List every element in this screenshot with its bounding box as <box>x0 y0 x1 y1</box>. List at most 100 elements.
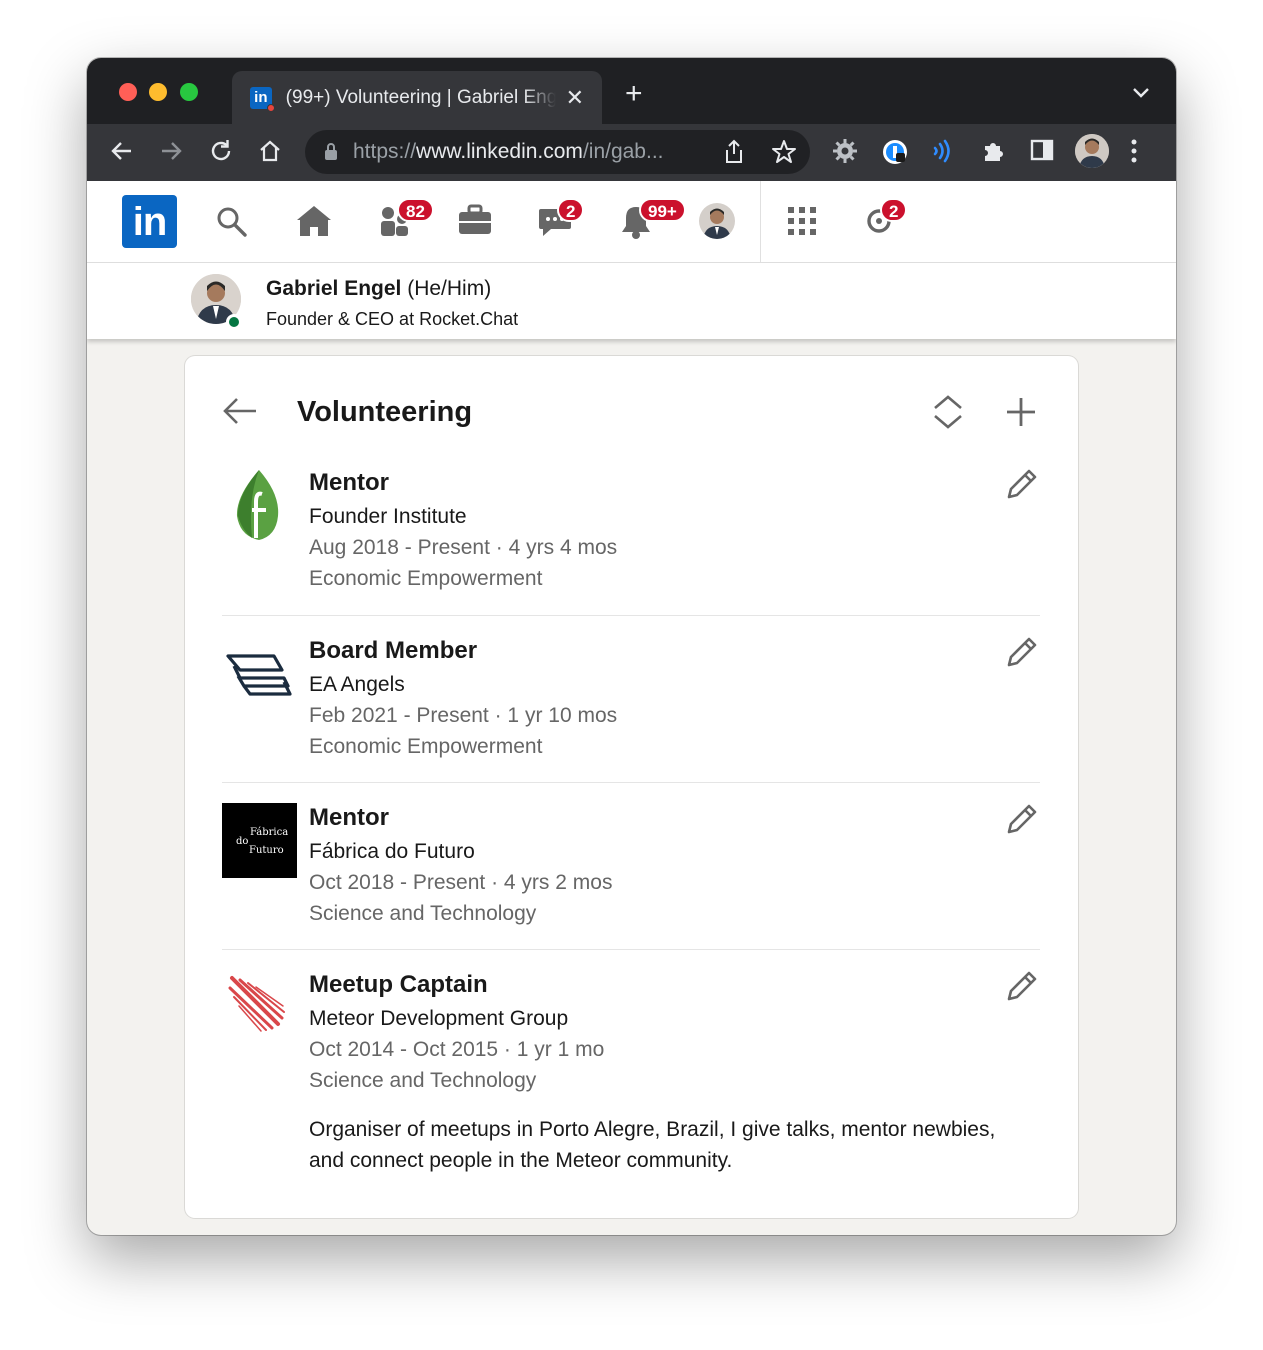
founder-institute-logo[interactable] <box>222 468 297 543</box>
maximize-window-button[interactable] <box>180 83 198 101</box>
edit-entry-button[interactable] <box>1004 803 1038 842</box>
entry-role: Meetup Captain <box>309 971 488 998</box>
settings-extension-button[interactable] <box>832 138 858 169</box>
close-tab-button[interactable]: ✕ <box>566 85 584 111</box>
home-icon <box>297 206 331 236</box>
person-avatar-icon <box>1075 134 1109 168</box>
linkedin-global-nav: in 82 2 99+ 2 <box>87 181 1176 263</box>
entry-organization: EA Angels <box>309 673 405 696</box>
entry-divider <box>222 615 1040 616</box>
briefcase-icon <box>459 204 491 234</box>
profile-name: Gabriel Engel <box>266 277 402 300</box>
lock-icon <box>325 143 337 160</box>
ea-angels-logo[interactable] <box>222 636 297 711</box>
entry-cause: Economic Empowerment <box>309 567 543 590</box>
plus-icon <box>1007 398 1035 426</box>
new-tab-button[interactable]: + <box>625 79 643 109</box>
bookmark-button[interactable] <box>771 139 797 170</box>
search-icon <box>217 207 247 237</box>
share-button[interactable] <box>723 139 745 170</box>
entry-divider <box>222 782 1040 783</box>
edit-entry-button[interactable] <box>1004 970 1038 1009</box>
edit-entry-button[interactable] <box>1004 636 1038 675</box>
browser-window: in (99+) Volunteering | Gabriel Engel | … <box>87 58 1176 1235</box>
forward-button[interactable] <box>158 138 184 169</box>
search-button[interactable] <box>215 205 249 244</box>
reorder-icon <box>934 395 962 429</box>
nav-home[interactable] <box>295 203 333 244</box>
nav-jobs[interactable] <box>457 203 493 242</box>
pencil-icon <box>1007 469 1037 499</box>
entry-dates: Oct 2018 - Present · 4 yrs 2 mos <box>309 871 613 894</box>
notification-dot-icon <box>266 103 275 112</box>
signal-extension-button[interactable] <box>929 138 955 169</box>
profile-headline: Founder & CEO at Rocket.Chat <box>266 309 519 329</box>
star-icon <box>772 140 796 163</box>
entry-organization: Founder Institute <box>309 505 467 528</box>
entry-role: Board Member <box>309 637 478 664</box>
entry-organization: Fábrica do Futuro <box>309 840 475 863</box>
fabrica-do-futuro-logo[interactable]: Fábrica do Futuro <box>222 803 297 878</box>
side-panel-button[interactable] <box>1030 138 1054 167</box>
profile-pronouns: (He/Him) <box>407 277 492 300</box>
arrow-right-icon <box>162 142 182 160</box>
wifi-signal-icon <box>933 139 950 163</box>
favicon-text: in <box>254 89 268 106</box>
share-icon <box>726 139 742 163</box>
side-panel-icon <box>1030 139 1054 161</box>
online-status-icon <box>226 314 242 330</box>
entry-details: Mentor Founder Institute Aug 2018 - Pres… <box>309 468 617 594</box>
entry-dates: Feb 2021 - Present · 1 yr 10 mos <box>309 704 618 727</box>
linkedin-logo[interactable]: in <box>122 195 177 248</box>
logo-text-line-3: Futuro <box>249 845 284 856</box>
tab-search-button[interactable] <box>1132 86 1150 104</box>
entry-divider <box>222 949 1040 950</box>
back-button[interactable] <box>109 138 135 169</box>
wing-logo-icon <box>226 654 292 696</box>
nav-divider <box>760 181 761 263</box>
entry-details: Meetup Captain Meteor Development Group … <box>309 970 999 1176</box>
meteor-logo-icon <box>228 976 285 1032</box>
close-window-button[interactable] <box>119 83 137 101</box>
notifications-badge: 99+ <box>639 198 686 222</box>
meteor-logo[interactable] <box>222 970 297 1045</box>
extensions-button[interactable] <box>980 138 1006 169</box>
home-icon <box>260 140 280 162</box>
entry-dates: Aug 2018 - Present · 4 yrs 4 mos <box>309 536 618 559</box>
puzzle-icon <box>985 143 1003 161</box>
network-badge: 82 <box>397 198 434 222</box>
nav-work-apps[interactable] <box>787 206 817 241</box>
section-title: Volunteering <box>297 396 473 428</box>
add-volunteering-button[interactable] <box>1005 396 1037 433</box>
entry-dates: Oct 2014 - Oct 2015 · 1 yr 1 mo <box>309 1038 605 1061</box>
entry-details: Board Member EA Angels Feb 2021 - Presen… <box>309 636 617 762</box>
edit-entry-button[interactable] <box>1004 468 1038 507</box>
grid-apps-icon <box>788 207 816 235</box>
profile-name-line: Gabriel Engel (He/Him) <box>266 277 491 301</box>
back-button[interactable] <box>222 396 258 431</box>
extension-badge: 2 <box>880 198 908 222</box>
reorder-button[interactable] <box>930 394 966 435</box>
more-vertical-icon <box>1131 139 1137 163</box>
tab-bar: in (99+) Volunteering | Gabriel Engel | … <box>87 58 1176 124</box>
nav-me-avatar[interactable] <box>699 203 735 239</box>
onepassword-icon <box>883 140 907 164</box>
minimize-window-button[interactable] <box>149 83 167 101</box>
linkedin-favicon-icon: in <box>250 86 275 112</box>
entry-organization: Meteor Development Group <box>309 1007 569 1030</box>
active-tab[interactable]: in (99+) Volunteering | Gabriel Engel | … <box>232 71 602 124</box>
pencil-icon <box>1007 804 1037 834</box>
gear-icon <box>833 139 857 163</box>
messaging-badge: 2 <box>557 198 585 222</box>
address-bar[interactable]: https://www.linkedin.com/in/gab... <box>305 130 810 174</box>
url-path: /in/gab... <box>582 140 664 163</box>
person-avatar-icon <box>699 203 735 239</box>
reload-button[interactable] <box>208 138 234 169</box>
url-host: www.linkedin.com <box>416 140 583 163</box>
entry-cause: Science and Technology <box>309 902 537 925</box>
browser-menu-button[interactable] <box>1130 138 1138 169</box>
entry-details: Mentor Fábrica do Futuro Oct 2018 - Pres… <box>309 803 612 929</box>
password-extension-button[interactable] <box>881 138 909 171</box>
browser-profile-avatar[interactable] <box>1075 134 1109 168</box>
home-button[interactable] <box>257 138 283 169</box>
